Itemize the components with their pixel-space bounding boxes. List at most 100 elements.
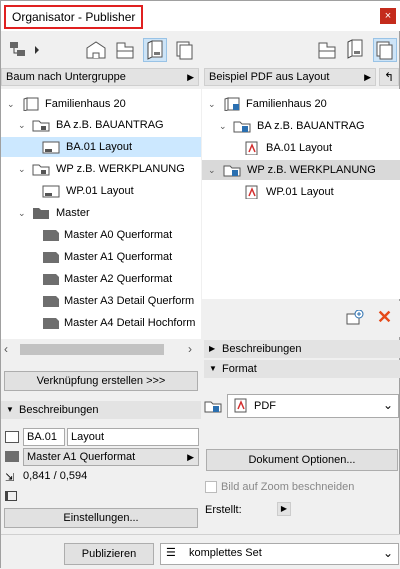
tree-item-label: BA.01 Layout [66,141,133,153]
expand-triangle-icon: ▶ [209,344,216,353]
layout-book-icon [23,97,39,111]
tree-item-label: Familienhaus 20 [45,98,126,110]
created-label: Erstellt: [205,504,242,516]
tree-item-familienhaus[interactable]: ⌄ Familienhaus 20 [1,94,201,114]
publisher-window: Organisator - Publisher × Baum nach Unte… [0,0,400,569]
close-window-button[interactable]: × [380,8,396,24]
layout-book-icon[interactable] [143,38,167,62]
tree-item-master-a3[interactable]: Master A3 Detail Querform [1,291,201,311]
scroll-right-icon[interactable]: › [188,342,192,356]
zoom-crop-checkbox[interactable] [205,481,217,493]
master-layout-icon [43,252,59,263]
publish-button[interactable]: Publizieren [64,543,154,565]
tree-item-ba-subset[interactable]: ⌄ BA z.B. BAUANTRAG [1,115,201,135]
bottom-bar: Publizieren ☰ komplettes Set ⌄ [1,534,400,569]
tree-item-ba01-layout[interactable]: BA.01 Layout [1,137,201,157]
left-toolbar [1,35,201,65]
right-tree-header[interactable]: Beispiel PDF aus Layout ▶ [204,68,376,86]
set-item-wp-folder[interactable]: ⌄ WP z.B. WERKPLANUNG [202,160,400,180]
view-map-icon[interactable] [113,38,137,62]
subset-folder-icon [233,121,251,133]
master-layout-icon [43,318,59,329]
layout-id-field[interactable]: BA.01 [23,428,65,446]
set-item-label: WP.01 Layout [266,186,334,198]
tree-item-wp01-layout[interactable]: WP.01 Layout [1,181,201,201]
format-section-label: Format [222,363,257,375]
created-expand-button[interactable]: ▶ [277,502,291,516]
tree-item-master-a0[interactable]: Master A0 Querformat [1,225,201,245]
tree-item-master-a1[interactable]: Master A1 Querformat [1,247,201,267]
right-toolbar [202,35,400,65]
set-item-label: BA.01 Layout [266,142,333,154]
tree-item-label: Master A2 Querformat [64,273,173,285]
chevron-down-icon: ⌄ [382,546,393,560]
pdf-file-icon [234,398,247,413]
tree-item-label: Master A3 Detail Querform [64,295,195,307]
pdf-file-icon [245,185,258,199]
set-item-wp01-pdf[interactable]: WP.01 Layout [202,182,400,202]
collapse-triangle-icon: ▼ [209,364,217,373]
delete-icon[interactable]: ✕ [377,307,392,328]
tree-item-label: Master A0 Querformat [64,229,173,241]
left-tree-header[interactable]: Baum nach Untergruppe ▶ [1,68,199,86]
left-horizontal-scrollbar[interactable]: ‹ › [1,341,201,358]
set-item-familienhaus[interactable]: ⌄ Familienhaus 20 [202,94,400,114]
layout-sheet-icon [42,185,60,198]
subset-folder-icon [223,165,241,177]
layout-size-value: 0,841 / 0,594 [23,470,88,482]
tree-item-master-a4[interactable]: Master A4 Detail Hochform [1,313,201,333]
publisher-sets-icon-right[interactable] [373,38,397,62]
scrollbar-thumb[interactable] [20,344,164,355]
layout-book-icon [224,97,240,111]
tree-item-master-a2[interactable]: Master A2 Querformat [1,269,201,289]
left-tree-pane: ⌄ Familienhaus 20 ⌄ BA z.B. BAUANTRAG BA… [1,89,201,339]
chevron-right-icon: ▶ [187,72,194,82]
right-tree-header-label: Beispiel PDF aus Layout [209,71,330,83]
tree-item-label: BA z.B. BAUANTRAG [56,119,164,131]
layout-book-icon-right[interactable] [344,38,368,62]
project-map-icon[interactable] [84,38,108,62]
document-options-button[interactable]: Dokument Optionen... [206,449,398,471]
folder-icon [33,208,49,219]
expand-arrow-icon[interactable]: ⌄ [7,94,15,114]
expand-arrow-icon[interactable]: ⌄ [208,160,216,180]
set-item-ba01-pdf[interactable]: BA.01 Layout [202,138,400,158]
right-tree-pane: ⌄ Familienhaus 20 ⌄ BA z.B. BAUANTRAG BA… [202,89,400,299]
tree-item-label: Master A1 Querformat [64,251,173,263]
publish-set-select[interactable]: ☰ komplettes Set ⌄ [160,543,399,565]
expand-arrow-icon[interactable]: ⌄ [18,115,26,135]
format-select[interactable]: PDF ⌄ [227,394,399,418]
settings-button[interactable]: Einstellungen... [4,508,198,528]
expand-arrow-icon[interactable]: ⌄ [18,203,26,223]
format-subset-icon [204,399,222,413]
master-select-value: Master A1 Querformat [27,451,136,463]
list-icon: ☰ [166,547,176,559]
view-map-icon-right[interactable] [315,38,339,62]
set-item-ba-folder[interactable]: ⌄ BA z.B. BAUANTRAG [202,116,400,136]
expand-arrow-icon[interactable]: ⌄ [208,94,216,114]
right-descriptions-section[interactable]: ▶ Beschreibungen [204,340,400,358]
master-icon [5,451,19,462]
tree-view-menu-icon[interactable] [7,38,43,62]
go-up-icon[interactable]: ↰ [379,68,399,86]
format-section[interactable]: ▼ Format [204,360,400,378]
publisher-sets-icon[interactable] [173,38,197,62]
subset-folder-icon [32,120,50,132]
tree-item-label: WP.01 Layout [66,185,134,197]
layout-sheet-icon [42,141,60,154]
left-descriptions-section[interactable]: ▼ Beschreibungen [1,401,201,419]
chevron-right-icon: ▶ [364,72,371,82]
set-item-label: WP z.B. WERKPLANUNG [247,164,376,176]
tree-item-wp-subset[interactable]: ⌄ WP z.B. WERKPLANUNG [1,159,201,179]
scroll-left-icon[interactable]: ‹ [4,342,8,356]
master-select[interactable]: Master A1 Querformat ▶ [23,448,199,466]
expand-arrow-icon[interactable]: ⌄ [219,116,227,136]
chevron-right-icon: ▶ [187,452,194,462]
expand-arrow-icon[interactable]: ⌄ [18,159,26,179]
tree-item-master-folder[interactable]: ⌄ Master [1,203,201,223]
tree-item-label: Master A4 Detail Hochform [64,317,196,329]
layout-name-field[interactable]: Layout [67,428,199,446]
create-link-button[interactable]: Verknüpfung erstellen >>> [4,371,198,391]
right-actions-bar: ✕ [202,301,400,337]
add-folder-icon[interactable] [346,309,364,326]
